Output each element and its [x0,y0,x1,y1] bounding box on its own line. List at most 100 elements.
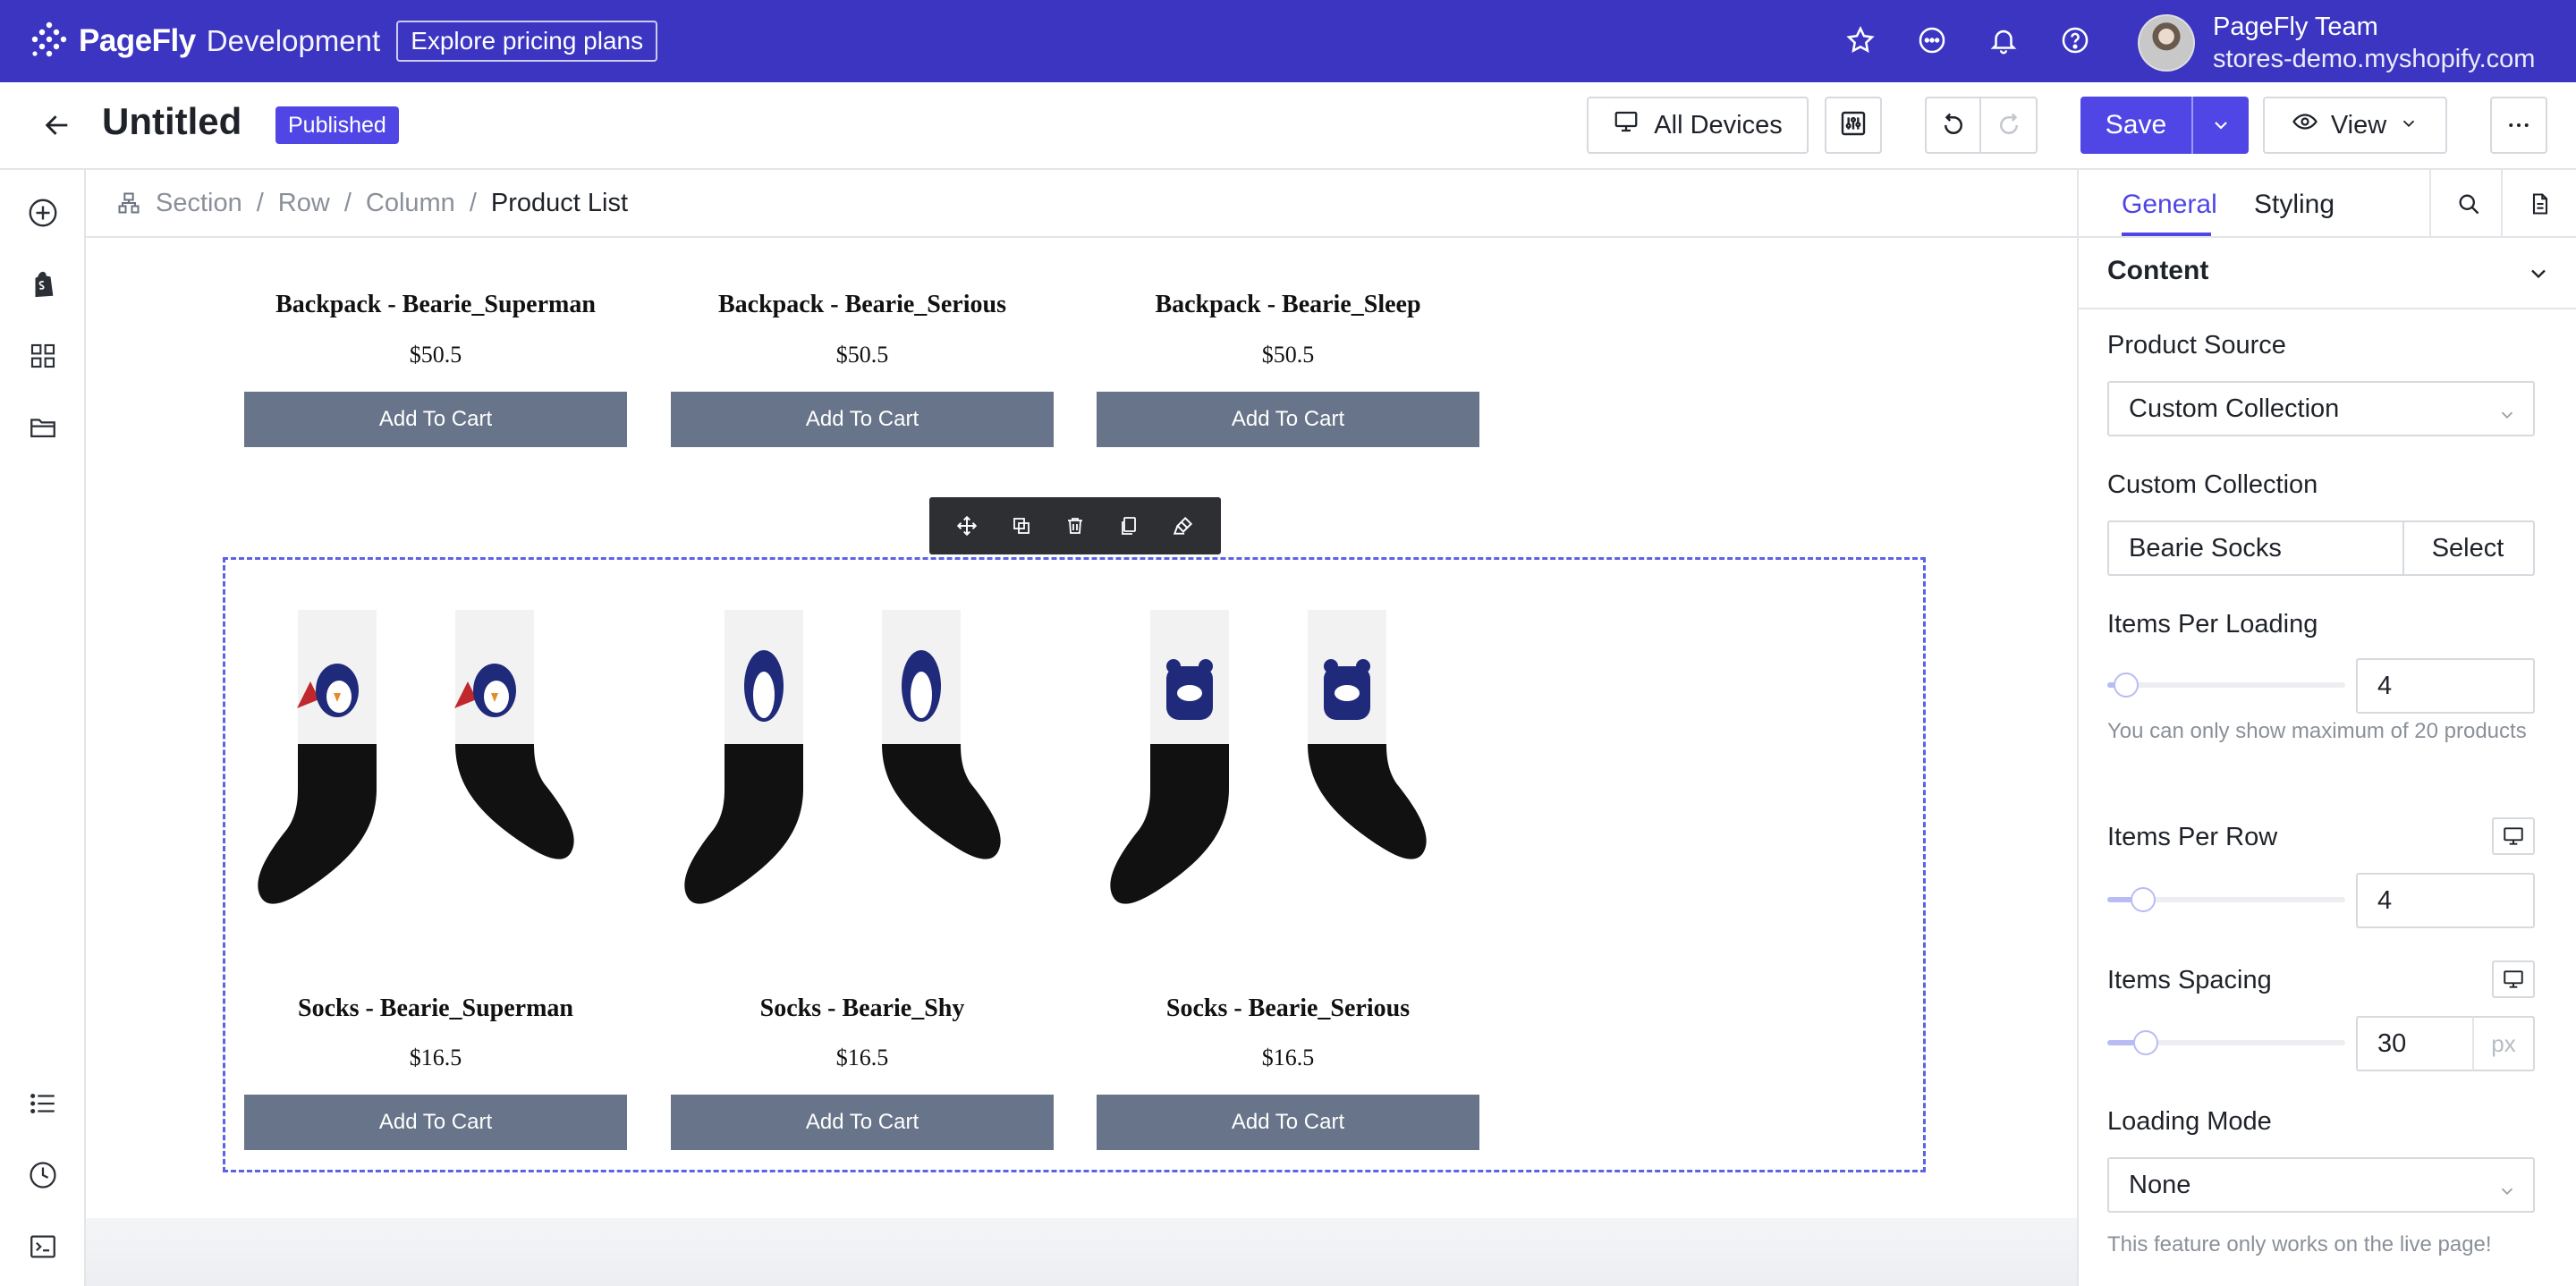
product-image-socks-superman[interactable] [244,601,627,932]
undo-redo-group [1925,97,2038,154]
add-to-cart-button[interactable]: Add To Cart [244,1095,627,1150]
product-source-select[interactable]: Custom Collection [2107,381,2535,436]
chevron-down-icon [2526,261,2551,291]
loading-mode-select[interactable]: None [2107,1157,2535,1213]
user-menu[interactable]: PageFly Team stores-demo.myshopify.com [2138,11,2535,75]
star-icon[interactable] [1843,21,1878,59]
all-devices-button[interactable]: All Devices [1587,97,1809,154]
layers-list-icon[interactable] [25,1086,61,1121]
slider-thumb[interactable] [2114,673,2140,698]
move-icon[interactable] [949,508,985,544]
chevron-down-icon [2399,111,2419,140]
chevron-down-icon[interactable] [2191,97,2249,154]
add-to-cart-button[interactable]: Add To Cart [1097,1095,1479,1150]
undo-icon[interactable] [1927,98,1982,152]
editor-canvas[interactable]: Backpack - Bearie_Superman $50.5 Add To … [86,238,2077,1286]
items-per-loading-label: Items Per Loading [2107,610,2318,639]
brand-environment: Development [206,24,381,57]
tab-general[interactable]: General [2122,190,2217,220]
add-to-cart-button[interactable]: Add To Cart [671,1095,1054,1150]
items-per-row-label: Items Per Row [2107,823,2278,851]
history-clock-icon[interactable] [25,1157,61,1193]
user-name: PageFly Team [2213,13,2378,41]
product-name[interactable]: Backpack - Bearie_Serious [671,291,1054,319]
product-name[interactable]: Socks - Bearie_Shy [671,994,1054,1023]
page-settings-button[interactable] [1825,97,1882,154]
eye-icon [2292,108,2318,142]
back-arrow-icon[interactable] [39,107,75,143]
monitor-icon [1613,108,1640,142]
page-title[interactable]: Untitled [102,100,242,143]
product-name[interactable]: Socks - Bearie_Serious [1097,994,1479,1023]
product-image-socks-serious[interactable] [1097,601,1479,932]
add-to-cart-button[interactable]: Add To Cart [671,392,1054,447]
avatar [2138,14,2195,72]
editor-header: Untitled Published All Devices Save View [0,82,2576,170]
more-options-icon[interactable] [2490,97,2547,154]
breadcrumb-row[interactable]: Row [278,189,330,218]
responsive-device-icon[interactable] [2492,817,2535,855]
breadcrumb-separator: / [256,188,264,217]
add-element-icon[interactable] [25,195,61,231]
view-button[interactable]: View [2263,97,2447,154]
product-price: $16.5 [1261,1045,1315,1070]
chat-icon[interactable] [1914,21,1950,59]
brand[interactable]: PageFly Development [29,21,380,62]
custom-collection-field[interactable]: Bearie Socks [2107,520,2404,576]
search-icon[interactable] [2429,170,2506,238]
active-tab-indicator [2122,233,2211,236]
chevron-down-icon [2497,402,2517,432]
copy-icon[interactable] [1111,508,1147,544]
items-per-row-slider[interactable] [2107,887,2345,912]
breadcrumb-section[interactable]: Section [156,189,242,218]
slider-thumb[interactable] [2130,887,2156,912]
items-per-loading-input[interactable]: 4 [2356,658,2535,714]
breadcrumb: Section / Row / Column / Product List [86,170,2077,238]
custom-collection-label: Custom Collection [2107,470,2318,499]
element-toolbar [929,497,1221,554]
product-image-socks-shy[interactable] [671,601,1054,932]
add-to-cart-button[interactable]: Add To Cart [244,392,627,447]
redo-icon[interactable] [1981,98,2036,152]
breadcrumb-product-list[interactable]: Product List [491,189,628,218]
user-info: PageFly Team stores-demo.myshopify.com [2213,11,2535,75]
items-per-row-input[interactable]: 4 [2356,873,2535,928]
product-source-label: Product Source [2107,331,2286,360]
select-collection-button[interactable]: Select [2402,520,2535,576]
folder-icon[interactable] [25,410,61,445]
section-title: Content [2107,256,2209,285]
responsive-device-icon[interactable] [2492,960,2535,998]
product-name[interactable]: Backpack - Bearie_Sleep [1097,291,1479,319]
items-per-loading-help: You can only show maximum of 20 products [2107,719,2527,743]
items-spacing-slider[interactable] [2107,1030,2345,1055]
tab-styling[interactable]: Styling [2254,190,2334,220]
content-section-header[interactable]: Content [2079,238,2576,309]
canvas-footer-area [86,1218,2077,1286]
product-source-value: Custom Collection [2129,393,2340,423]
slider-thumb[interactable] [2132,1030,2158,1055]
grid-icon[interactable] [25,338,61,374]
help-icon[interactable] [2057,21,2093,59]
user-store: stores-demo.myshopify.com [2213,45,2536,73]
product-price: $50.5 [1261,342,1315,368]
duplicate-icon[interactable] [1004,508,1039,544]
document-icon[interactable] [2501,170,2576,238]
bell-icon[interactable] [1986,21,2021,59]
save-button-group: Save [2080,97,2249,154]
terminal-icon[interactable] [25,1229,61,1265]
structure-icon [116,190,141,216]
properties-panel: General Styling Content Product Source C… [2077,170,2576,1286]
status-badge: Published [275,106,399,144]
add-to-cart-button[interactable]: Add To Cart [1097,392,1479,447]
shopify-icon[interactable] [25,267,61,302]
items-spacing-input[interactable]: 30 [2356,1016,2474,1071]
save-button[interactable]: Save [2080,97,2191,154]
product-name[interactable]: Socks - Bearie_Superman [244,994,627,1023]
explore-pricing-button[interactable]: Explore pricing plans [396,21,658,62]
product-name[interactable]: Backpack - Bearie_Superman [244,291,627,319]
breadcrumb-column[interactable]: Column [366,189,455,218]
delete-icon[interactable] [1057,508,1093,544]
paint-brush-icon[interactable] [1165,508,1201,544]
product-price: $50.5 [835,342,889,368]
items-per-loading-slider[interactable] [2107,673,2345,698]
